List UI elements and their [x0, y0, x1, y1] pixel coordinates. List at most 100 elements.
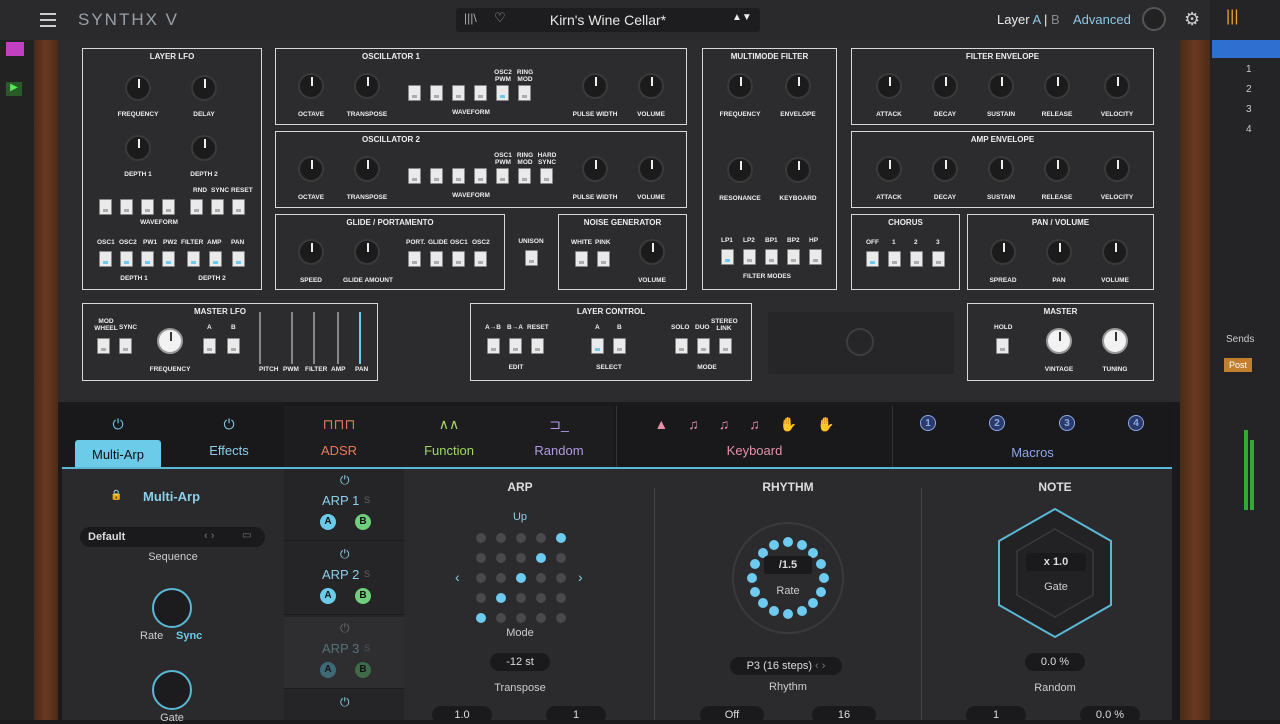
arp-grid-dot[interactable] [476, 593, 486, 603]
rhythm-step-dot[interactable] [757, 598, 768, 609]
play-icon[interactable]: ▶ [6, 82, 22, 96]
note-gate-value[interactable]: x 1.0 [1026, 553, 1086, 571]
power-icon[interactable]: ⏻ [340, 621, 350, 636]
chevron-right-icon[interactable]: › [578, 569, 583, 585]
post-button[interactable]: Post [1224, 358, 1252, 372]
arp-1-layer-b[interactable]: B [355, 514, 371, 530]
lfo-wave-2-switch[interactable] [120, 199, 133, 215]
filter-resonance-knob[interactable] [727, 157, 753, 183]
filter-lp1-switch[interactable] [721, 249, 734, 265]
rhythm-step-dot[interactable] [796, 606, 807, 617]
layerctl-btoa-switch[interactable] [509, 338, 522, 354]
rhythm-step-dot[interactable] [796, 539, 807, 550]
mlfo-sync-switch[interactable] [119, 338, 132, 354]
power-icon[interactable]: ⏻ [75, 416, 161, 434]
chorus-off-switch[interactable] [866, 251, 879, 267]
arp-grid-dot[interactable] [536, 573, 546, 583]
daw-track-marker[interactable] [6, 42, 24, 56]
arp-grid-dot[interactable] [476, 553, 486, 563]
arp-grid-dot[interactable] [516, 573, 526, 583]
tab-function[interactable]: ∧∧ Function [394, 406, 504, 468]
arp-bottom-field-1[interactable]: 1.0 [432, 706, 492, 724]
hold-switch[interactable] [996, 338, 1009, 354]
arp-3-layer-a[interactable]: A [320, 662, 336, 678]
transpose-field[interactable]: -12 st [490, 653, 550, 671]
noise-volume-knob[interactable] [639, 239, 665, 265]
preset-browser[interactable]: |||\ ♡ Kirn's Wine Cellar* ▲▼ [456, 8, 760, 32]
osc2-wave-1-switch[interactable] [408, 168, 421, 184]
osc2-wave-2-switch[interactable] [430, 168, 443, 184]
rate-knob[interactable] [152, 588, 192, 628]
arp-grid-dot[interactable] [516, 613, 526, 623]
lfo-delay-knob[interactable] [191, 75, 217, 101]
arp-grid-dot[interactable] [516, 553, 526, 563]
daw-selected-row[interactable] [1212, 40, 1280, 58]
arp-grid-dot[interactable] [476, 533, 486, 543]
osc1-octave-knob[interactable] [298, 73, 324, 99]
lfo-dest-osc2-switch[interactable] [120, 251, 133, 267]
lfo-rnd-switch[interactable] [190, 199, 203, 215]
arp-grid-dot[interactable] [556, 593, 566, 603]
power-icon[interactable]: ⏻ [340, 473, 350, 488]
note-bottom-field-1[interactable]: 1 [966, 706, 1026, 724]
arp-3-layer-b[interactable]: B [355, 662, 371, 678]
filter-lp2-switch[interactable] [743, 249, 756, 265]
osc1-wave-1-switch[interactable] [408, 85, 421, 101]
osc1-wave-4-switch[interactable] [474, 85, 487, 101]
osc2-octave-knob[interactable] [298, 156, 324, 182]
rhythm-step-dot[interactable] [749, 586, 760, 597]
arp-grid-dot[interactable] [496, 613, 506, 623]
arp-3-row[interactable]: ⏻ ARP 3 S A B [284, 617, 404, 689]
power-icon[interactable]: ⏻ [340, 695, 350, 710]
osc1-osc2pwm-switch[interactable] [496, 85, 509, 101]
chevron-left-right-icon[interactable]: ‹ › [204, 530, 214, 542]
arp-grid-dot[interactable] [516, 533, 526, 543]
arp-grid-dot[interactable] [536, 533, 546, 543]
arp-2-row[interactable]: ⏻ ARP 2 S A B [284, 543, 404, 615]
power-icon[interactable]: ⏻ [340, 547, 350, 562]
pan-knob[interactable] [1046, 239, 1072, 265]
preset-arrows-icon[interactable]: ▲▼ [732, 12, 752, 23]
mlfo-modwheel-switch[interactable] [97, 338, 110, 354]
arp-grid-dot[interactable] [556, 533, 566, 543]
glide-osc1-switch[interactable] [452, 251, 465, 267]
lfo-dest-amp-switch[interactable] [209, 251, 222, 267]
arp-grid-dot[interactable] [496, 573, 506, 583]
mlfo-filter-slider[interactable] [313, 312, 315, 364]
daw-track-2[interactable]: 2 [1246, 84, 1252, 95]
note-bottom-field-2[interactable]: 0.0 % [1080, 706, 1140, 724]
rhythm-step-dot[interactable] [816, 586, 827, 597]
chevron-left-icon[interactable]: ‹ [455, 569, 460, 585]
sequence-selector[interactable]: Default ‹ › ▭ [80, 527, 265, 547]
tab-adsr[interactable]: ⊓⊓⊓ ADSR [284, 406, 394, 468]
glide-speed-knob[interactable] [298, 239, 324, 265]
filter-bp1-switch[interactable] [765, 249, 778, 265]
macro-3-button[interactable]: 3 [1059, 415, 1075, 431]
glide-osc2-switch[interactable] [474, 251, 487, 267]
osc2-volume-knob[interactable] [638, 156, 664, 182]
arp-1-solo[interactable]: S [364, 495, 370, 505]
aenv-sustain-knob[interactable] [988, 156, 1014, 182]
osc1-pulse-width-knob[interactable] [582, 73, 608, 99]
osc2-osc1pwm-switch[interactable] [496, 168, 509, 184]
layer-volume-knob[interactable] [1102, 239, 1128, 265]
osc1-wave-2-switch[interactable] [430, 85, 443, 101]
aenv-decay-knob[interactable] [932, 156, 958, 182]
fenv-decay-knob[interactable] [932, 73, 958, 99]
layerctl-reset-switch[interactable] [531, 338, 544, 354]
arp-grid-dot[interactable] [556, 573, 566, 583]
arp-grid-dot[interactable] [536, 613, 546, 623]
spread-knob[interactable] [990, 239, 1016, 265]
fenv-attack-knob[interactable] [876, 73, 902, 99]
aenv-attack-knob[interactable] [876, 156, 902, 182]
layer-a[interactable]: A [1032, 12, 1040, 27]
osc2-wave-3-switch[interactable] [452, 168, 465, 184]
chorus-2-switch[interactable] [910, 251, 923, 267]
lfo-wave-3-switch[interactable] [141, 199, 154, 215]
noise-pink-switch[interactable] [597, 251, 610, 267]
arp-grid-dot[interactable] [496, 533, 506, 543]
arp-grid-dot[interactable] [556, 553, 566, 563]
output-knob[interactable] [1142, 7, 1166, 31]
mlfo-frequency-knob[interactable] [157, 328, 183, 354]
arp-2-solo[interactable]: S [364, 569, 370, 579]
